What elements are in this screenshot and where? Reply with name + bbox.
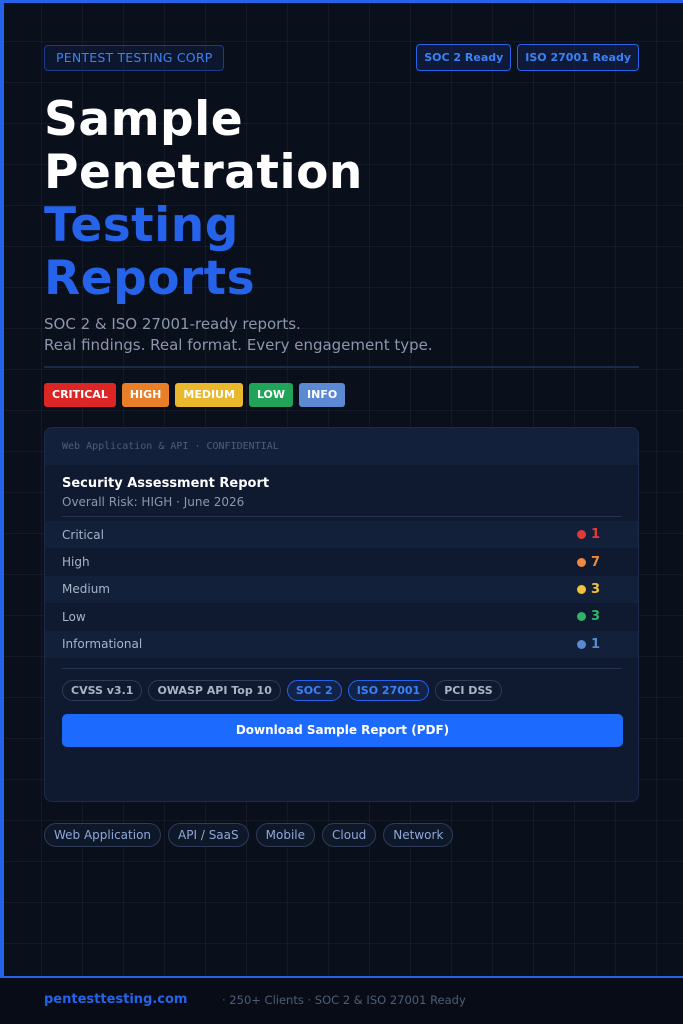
report-card-header: Web Application & API · CONFIDENTIAL <box>45 428 638 465</box>
finding-label: Medium <box>62 582 110 597</box>
framework-tag-soc2: SOC 2 <box>286 680 342 701</box>
certification-badges: SOC 2 Ready ISO 27001 Ready <box>416 44 639 71</box>
section-divider <box>44 366 639 368</box>
report-meta: Overall Risk: HIGH · June 2026 <box>62 495 245 509</box>
severity-dot-icon <box>576 639 586 649</box>
report-title: Security Assessment Report <box>62 476 270 491</box>
engagement-pill-mobile[interactable]: Mobile <box>255 823 316 847</box>
finding-row-low: Low 3 <box>45 603 638 630</box>
report-divider <box>62 668 622 669</box>
hero-title-line: Penetration <box>44 145 363 200</box>
severity-dot-icon <box>576 557 586 567</box>
engagement-type-list: Web Application API / SaaS Mobile Cloud … <box>44 823 454 847</box>
footer-info: · 250+ Clients · SOC 2 & ISO 27001 Ready <box>222 993 466 1007</box>
finding-label: Low <box>62 609 86 624</box>
severity-badge-medium: MEDIUM <box>175 383 243 407</box>
severity-dot-icon <box>576 584 586 594</box>
severity-badge-info: INFO <box>299 383 346 407</box>
compliance-tags: CVSS v3.1 OWASP API Top 10 SOC 2 ISO 270… <box>62 680 502 701</box>
engagement-pill-api-saas[interactable]: API / SaaS <box>168 823 249 847</box>
finding-count: 1 <box>590 527 600 543</box>
framework-tag-owasp: OWASP API Top 10 <box>148 680 281 701</box>
finding-row-medium: Medium 3 <box>45 575 638 604</box>
hero-subtitle-line: Real findings. Real format. Every engage… <box>44 336 433 354</box>
severity-legend: CRITICAL HIGH MEDIUM LOW INFO <box>44 383 346 407</box>
severity-dot-icon <box>576 612 586 622</box>
engagement-pill-network[interactable]: Network <box>383 823 454 847</box>
cert-badge-iso27001: ISO 27001 Ready <box>517 44 639 71</box>
severity-dot-icon <box>576 530 586 540</box>
finding-count: 3 <box>590 609 600 625</box>
left-accent-bar <box>0 0 4 978</box>
engagement-pill-cloud[interactable]: Cloud <box>322 823 377 847</box>
hero-subtitle: SOC 2 & ISO 27001-ready reports. Real fi… <box>44 314 433 356</box>
footer: pentesttesting.com · 250+ Clients · SOC … <box>0 976 683 1024</box>
framework-tag-cvss: CVSS v3.1 <box>62 680 143 701</box>
findings-summary: Critical 1 High 7 Medium 3 Low 3 Informa… <box>45 521 638 658</box>
finding-label: Critical <box>62 527 104 542</box>
severity-badge-low: LOW <box>248 383 294 407</box>
finding-row-high: High 7 <box>45 548 638 575</box>
hero-title: Sample Penetration Testing Reports <box>44 93 363 305</box>
hero-title-highlight-line: Reports <box>44 251 256 306</box>
brand-badge: PENTEST TESTING CORP <box>44 45 225 71</box>
top-accent-bar <box>0 0 683 3</box>
footer-domain-link[interactable]: pentesttesting.com <box>44 992 187 1007</box>
download-report-button[interactable]: Download Sample Report (PDF) <box>62 714 623 747</box>
finding-count: 1 <box>590 636 600 652</box>
finding-count: 7 <box>590 554 600 570</box>
framework-tag-pci-dss: PCI DSS <box>435 680 502 701</box>
finding-row-informational: Informational 1 <box>45 630 638 658</box>
finding-count: 3 <box>590 581 600 597</box>
severity-badge-high: HIGH <box>121 383 170 407</box>
cert-badge-soc2: SOC 2 Ready <box>416 44 512 71</box>
framework-tag-iso27001: ISO 27001 <box>347 680 430 701</box>
severity-badge-critical: CRITICAL <box>44 383 116 407</box>
finding-label: High <box>62 555 90 570</box>
hero-title-highlight-line: Testing <box>44 198 239 253</box>
hero-subtitle-line: SOC 2 & ISO 27001-ready reports. <box>44 315 301 333</box>
report-preview-card: Web Application & API · CONFIDENTIAL Sec… <box>44 427 639 802</box>
finding-row-critical: Critical 1 <box>45 521 638 549</box>
finding-label: Informational <box>62 637 143 652</box>
report-divider <box>62 516 622 517</box>
engagement-pill-web-application[interactable]: Web Application <box>44 823 162 847</box>
hero-title-line: Sample <box>44 92 244 147</box>
